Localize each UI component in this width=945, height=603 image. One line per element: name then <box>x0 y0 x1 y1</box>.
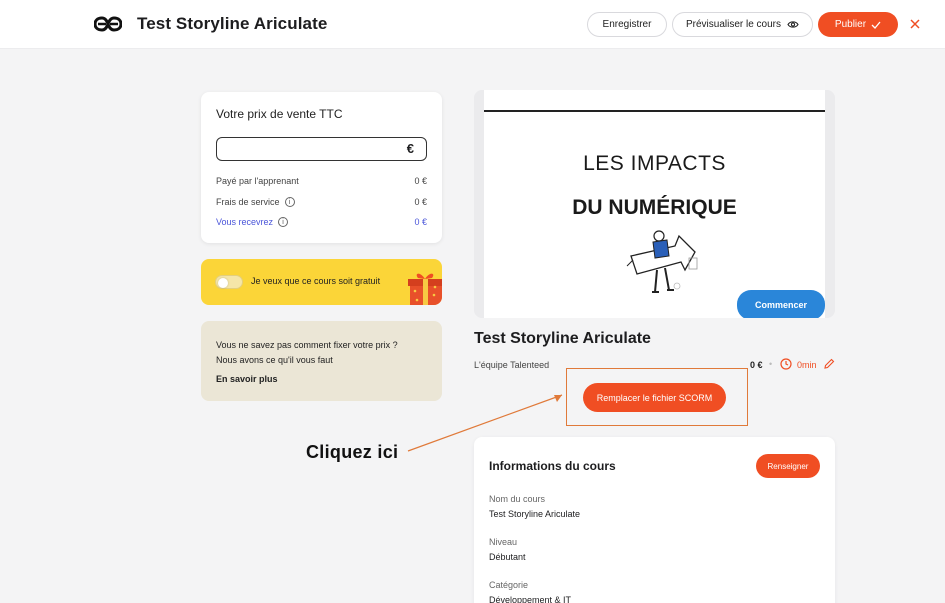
price-input[interactable] <box>223 140 398 158</box>
field-value: Test Storyline Ariculate <box>489 509 581 519</box>
preview-course-button[interactable]: Prévisualiser le cours <box>672 12 813 37</box>
course-price: 0 € <box>750 360 763 370</box>
course-title: Test Storyline Ariculate <box>474 330 651 347</box>
course-info-heading: Informations du cours <box>489 459 616 473</box>
field-label: Nom du cours <box>489 494 546 504</box>
save-button-label: Enregistrer <box>602 19 652 30</box>
help-text-line: Nous avons ce qu'il vous faut <box>216 355 333 365</box>
preview-button-label: Prévisualiser le cours <box>685 19 782 30</box>
currency-symbol: € <box>406 141 414 156</box>
slide-divider <box>484 110 825 112</box>
save-button[interactable]: Enregistrer <box>587 12 667 37</box>
learn-more-link[interactable]: En savoir plus <box>216 374 278 384</box>
pencil-icon[interactable] <box>823 358 835 370</box>
field-label: Niveau <box>489 537 518 547</box>
price-row-label: Vous recevrez <box>216 217 274 227</box>
price-row-label: Frais de service <box>216 197 280 207</box>
free-course-label: Je veux que ce cours soit gratuit <box>251 276 381 286</box>
info-icon[interactable]: i <box>284 197 295 207</box>
course-info-card: Informations du cours Renseigner Nom du … <box>474 437 835 603</box>
price-row-paid-by-learner: Payé par l'apprenant 0 € <box>216 176 427 190</box>
price-input-wrapper[interactable]: € <box>216 137 427 161</box>
publish-button-label: Publier <box>834 19 867 30</box>
course-editor-title: Test Storyline Ariculate <box>137 14 328 33</box>
annotation-callout: Cliquez ici <box>306 442 399 462</box>
publish-button[interactable]: Publier <box>818 12 898 37</box>
meta-separator: • <box>769 359 773 369</box>
field-value: Développement & IT <box>489 595 572 603</box>
course-duration: 0min <box>797 360 817 370</box>
clock-icon <box>780 358 792 370</box>
person-with-sign-illustration <box>626 230 698 293</box>
course-author: L'équipe Talenteed <box>474 360 550 370</box>
price-row-label-wrap: Vous recevrez i <box>216 217 289 227</box>
preview-slide: LES IMPACTS DU NUMÉRIQUE Commencer <box>484 90 825 318</box>
course-preview[interactable]: LES IMPACTS DU NUMÉRIQUE Commencer <box>474 90 835 318</box>
pricing-title: Votre prix de vente TTC <box>216 107 343 121</box>
price-row-value: 0 € <box>414 197 427 207</box>
top-bar: Test Storyline Ariculate Enregistrer Pré… <box>0 0 945 49</box>
slide-title-line: LES IMPACTS <box>583 152 726 175</box>
brand-logo-icon <box>94 16 122 32</box>
free-course-toggle[interactable] <box>215 275 243 289</box>
field-label: Catégorie <box>489 580 529 590</box>
price-row-value: 0 € <box>414 176 427 186</box>
toggle-knob <box>218 277 228 288</box>
eye-icon <box>787 21 799 28</box>
info-icon[interactable]: i <box>278 217 289 227</box>
price-row-value: 0 € <box>414 217 427 227</box>
pricing-help-text: Vous ne savez pas comment fixer votre pr… <box>216 338 431 368</box>
close-icon[interactable] <box>909 17 921 31</box>
check-icon <box>871 21 881 29</box>
price-row-you-receive: Vous recevrez i 0 € <box>216 217 427 231</box>
help-text-line: Vous ne savez pas comment fixer votre pr… <box>216 340 398 350</box>
replace-scorm-button[interactable]: Remplacer le fichier SCORM <box>583 383 726 412</box>
price-row-label: Payé par l'apprenant <box>216 176 299 186</box>
price-row-service-fee: Frais de service i 0 € <box>216 197 427 211</box>
pricing-card: Votre prix de vente TTC € Payé par l'app… <box>201 92 442 243</box>
price-row-label-wrap: Frais de service i <box>216 197 295 207</box>
slide-title-line: DU NUMÉRIQUE <box>572 196 737 219</box>
fill-in-info-button[interactable]: Renseigner <box>756 454 820 478</box>
gift-icon <box>408 273 442 305</box>
field-value: Débutant <box>489 552 526 562</box>
start-course-button[interactable]: Commencer <box>737 290 825 318</box>
free-course-card: Je veux que ce cours soit gratuit <box>201 259 442 305</box>
